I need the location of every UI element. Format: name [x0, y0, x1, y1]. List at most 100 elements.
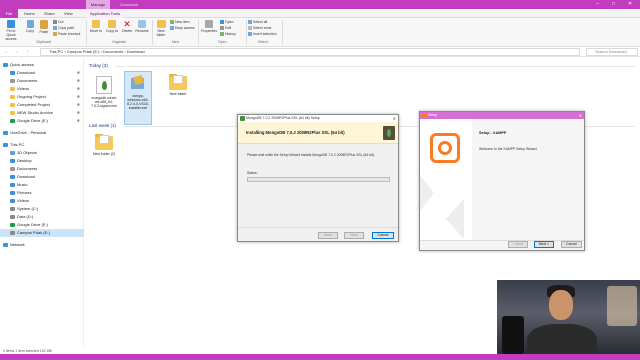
group-label-new: New [172, 40, 180, 44]
sidebar-item[interactable]: Download ✱ [0, 69, 84, 77]
folder-item-new-folder-2[interactable]: New folder (2) [91, 134, 117, 174]
sidebar-item[interactable]: Documents [0, 165, 84, 173]
pin-icon: ✱ [76, 86, 80, 91]
tab-file[interactable]: File [0, 9, 18, 18]
dialog-title: Setup [428, 113, 438, 117]
tab-share[interactable]: Share [40, 9, 59, 18]
edit-button[interactable]: Edit [220, 26, 232, 31]
file-item-mongodb-msi[interactable]: mongodb-windo ws-x86_64-7.0.2-signed.msi [91, 74, 117, 124]
tab-application-tools[interactable]: Application Tools [86, 9, 124, 18]
history-button[interactable]: History [220, 32, 236, 37]
copy-icon [26, 20, 34, 28]
dialog-heading: Setup - XAMPP [479, 131, 507, 135]
sidebar-item[interactable]: Ongoing Project ✱ [0, 93, 84, 101]
cut-button[interactable]: Cut [53, 20, 63, 25]
sidebar-item[interactable]: Data (D:) [0, 213, 84, 221]
group-header-today[interactable]: Today (3) [89, 63, 108, 68]
sidebar-item[interactable]: Download [0, 173, 84, 181]
ribbon-divider [246, 20, 247, 45]
pin-quick-access-button[interactable]: Pin to Quick access [2, 20, 20, 41]
paste-button[interactable]: Paste [38, 20, 50, 34]
sidebar-item[interactable]: Music [0, 181, 84, 189]
sidebar-item[interactable]: Network [0, 241, 84, 249]
sidebar-item[interactable]: Campus Pdak (E:) [0, 229, 84, 237]
easy-access-label: Easy access [175, 26, 195, 30]
move-folder-icon [92, 20, 100, 28]
sidebar-item[interactable]: Completed Project ✱ [0, 101, 84, 109]
select-none-button[interactable]: Select none [248, 26, 272, 31]
invert-selection-icon [248, 32, 252, 37]
sidebar-item-label: Network [10, 242, 25, 247]
sidebar-item[interactable]: System (C:) [0, 205, 84, 213]
tab-home[interactable]: Home [20, 9, 39, 18]
move-to-button[interactable]: Move to [89, 20, 103, 33]
select-all-button[interactable]: Select all [248, 20, 267, 25]
folder-icon [169, 74, 187, 90]
sidebar-item[interactable]: Google Drive (E:) [0, 221, 84, 229]
sidebar-item[interactable]: Videos ✱ [0, 85, 84, 93]
status-label: Status: [247, 171, 258, 175]
sidebar-item[interactable]: OneDrive - Personal [0, 129, 84, 137]
forward-arrow-icon[interactable]: → [14, 48, 19, 56]
minimize-button[interactable]: – [596, 0, 599, 9]
cancel-button[interactable]: Cancel [372, 232, 394, 239]
ribbon-divider [198, 20, 199, 45]
sidebar-item-label: Desktop [17, 158, 32, 163]
sidebar-item[interactable]: Google Drive (E:) ✱ [0, 117, 84, 125]
file-item-xampp-exe[interactable]: xampp-windows-x64-8.2.4-0-VS16-installer… [124, 71, 152, 125]
copy-button[interactable]: Copy [24, 20, 36, 33]
new-item-label: New item [175, 20, 190, 24]
sidebar-item[interactable]: Pictures [0, 189, 84, 197]
search-input[interactable]: Search Download [586, 48, 638, 56]
new-folder-icon [156, 20, 166, 28]
sidebar-item[interactable]: This PC [0, 141, 84, 149]
back-button[interactable]: < Back [508, 241, 528, 248]
easy-access-button[interactable]: Easy access [170, 26, 195, 31]
group-header-last-week[interactable]: Last week (1) [89, 123, 116, 128]
sidebar-item[interactable]: Documents ✱ [0, 77, 84, 85]
sidebar-item-icon [10, 182, 15, 187]
properties-button[interactable]: Properties [200, 20, 218, 33]
back-button[interactable]: Back [318, 232, 338, 239]
edit-label: Edit [225, 26, 232, 30]
new-folder-button[interactable]: New folder [154, 20, 168, 37]
paste-shortcut-button[interactable]: Paste shortcut [53, 32, 80, 37]
close-icon[interactable]: ✕ [579, 112, 582, 119]
sidebar-item-label: Data (D:) [17, 214, 34, 219]
sidebar-item-label: Music [17, 182, 28, 187]
close-button[interactable]: ✕ [628, 0, 632, 9]
folder-item-new-folder[interactable]: New folder [165, 74, 191, 114]
copy-to-button[interactable]: Copy to [105, 20, 119, 33]
sidebar-item-icon [10, 86, 15, 91]
delete-button[interactable]: ✕ Delete [121, 20, 133, 34]
back-arrow-icon[interactable]: ← [4, 48, 9, 56]
tab-view[interactable]: View [60, 9, 77, 18]
invert-selection-button[interactable]: Invert selection [248, 32, 277, 37]
next-button[interactable]: Next [344, 232, 364, 239]
decorative-triangle [420, 175, 434, 211]
address-path[interactable]: This PC › Campus Pdak (E:) › Documents ›… [40, 48, 580, 56]
rename-button[interactable]: Rename [135, 20, 149, 33]
up-arrow-icon[interactable]: ↑ [26, 48, 29, 56]
sidebar-item[interactable]: 3D Objects [0, 149, 84, 157]
maximize-button[interactable]: □ [612, 0, 615, 9]
next-button[interactable]: Next > [534, 241, 554, 248]
taskbar [0, 354, 640, 360]
sidebar-item[interactable]: NEW Studio Archive ✱ [0, 109, 84, 117]
sidebar-item[interactable]: Quick access [0, 61, 84, 69]
new-item-button[interactable]: New item [170, 20, 190, 25]
cancel-button[interactable]: Cancel [561, 241, 582, 248]
sidebar-item[interactable]: Videos [0, 197, 84, 205]
copy-path-button[interactable]: Copy path [53, 26, 74, 31]
ribbon: Pin to Quick access Copy Paste Cut Copy … [0, 18, 640, 47]
sidebar-item-icon [10, 150, 15, 155]
sidebar-item-icon [10, 214, 15, 219]
sidebar-item[interactable]: Desktop [0, 157, 84, 165]
sidebar-item-label: Google Drive (E:) [17, 118, 48, 123]
open-button[interactable]: Open [220, 20, 234, 25]
sidebar-item-label: NEW Studio Archive [17, 110, 54, 115]
ribbon-tabs: File Home Share View Application Tools [0, 9, 640, 18]
close-icon[interactable]: ✕ [393, 115, 396, 122]
sidebar-item-label: Videos [17, 198, 30, 203]
ribbon-divider [152, 20, 153, 45]
